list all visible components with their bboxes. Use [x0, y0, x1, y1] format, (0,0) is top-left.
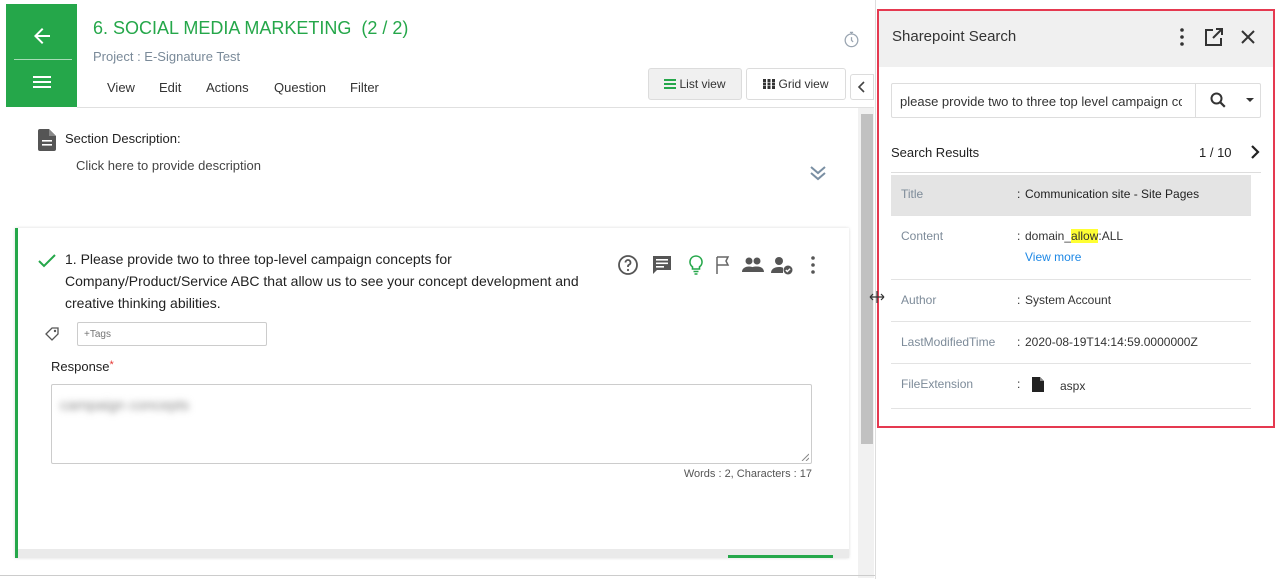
menu-actions[interactable]: Actions	[206, 80, 249, 95]
result-row-title: Title : Communication site - Site Pages	[891, 175, 1251, 216]
scrollbar-thumb[interactable]	[861, 114, 873, 444]
menu-question[interactable]: Question	[274, 80, 326, 95]
menu-filter[interactable]: Filter	[350, 80, 379, 95]
search-icon[interactable]	[1209, 91, 1227, 109]
sharepoint-title: Sharepoint Search	[892, 28, 1017, 45]
result-row-author: Author : System Account	[891, 280, 1251, 322]
result-colon: :	[1017, 229, 1021, 243]
response-label-text: Response	[51, 359, 110, 374]
comment-icon[interactable]	[650, 253, 674, 277]
hamburger-menu-icon[interactable]	[30, 70, 54, 94]
sharepoint-search-input[interactable]	[900, 92, 1182, 110]
response-label: Response*	[51, 359, 114, 374]
search-results-label: Search Results	[891, 145, 980, 160]
header-divider	[77, 107, 874, 108]
card-footer	[18, 549, 849, 558]
result-row-modified: LastModifiedTime : 2020-08-19T14:14:59.0…	[891, 322, 1251, 364]
highlighted-term: allow	[1071, 229, 1099, 243]
menu-view[interactable]: View	[107, 80, 135, 95]
nav-divider	[14, 59, 72, 60]
caret-down-icon[interactable]	[1245, 97, 1255, 103]
result-colon: :	[1017, 293, 1021, 307]
result-row-extension: FileExtension : aspx	[891, 364, 1251, 409]
result-colon: :	[1017, 335, 1021, 349]
grid-view-button[interactable]: Grid view	[746, 68, 846, 100]
menu-edit[interactable]: Edit	[159, 80, 181, 95]
result-colon: :	[1017, 187, 1021, 201]
section-description-label: Section Description:	[65, 131, 181, 146]
result-value-modified: 2020-08-19T14:14:59.0000000Z	[1025, 335, 1198, 349]
panel-resize-handle-icon[interactable]	[868, 290, 886, 304]
list-view-label: List view	[679, 77, 726, 91]
result-value-extension: aspx	[1060, 379, 1086, 393]
back-arrow-icon[interactable]	[30, 24, 54, 48]
results-page-count: 1 / 10	[1199, 145, 1232, 160]
file-icon	[1032, 377, 1044, 392]
result-key-modified: LastModifiedTime	[901, 335, 996, 349]
result-value-content: domain_allow:ALL	[1025, 229, 1123, 243]
result-colon: :	[1017, 377, 1021, 391]
result-value-title: Communication site - Site Pages	[1025, 187, 1200, 201]
more-vertical-icon[interactable]	[1171, 26, 1193, 48]
chevron-left-icon	[857, 81, 865, 93]
required-marker: *	[109, 359, 114, 371]
check-icon	[38, 254, 56, 268]
word-count: Words : 2, Characters : 17	[683, 468, 812, 480]
page-title: 6. SOCIAL MEDIA MARKETING (2 / 2)	[93, 18, 409, 38]
project-label: Project : E-Signature Test	[93, 49, 241, 64]
nav-block	[6, 4, 77, 107]
help-icon[interactable]	[616, 253, 640, 277]
content-suffix: :ALL	[1098, 229, 1124, 243]
results-divider	[891, 172, 1261, 173]
content-prefix: domain_	[1025, 229, 1072, 243]
timer-icon[interactable]	[842, 30, 861, 49]
people-icon[interactable]	[741, 253, 765, 277]
resize-grip-icon[interactable]	[801, 453, 809, 461]
response-value: campaign concepts	[60, 397, 190, 414]
section-description-input[interactable]: Click here to provide description	[76, 158, 261, 173]
result-row-content: Content : domain_allow:ALL View more	[891, 216, 1251, 280]
lightbulb-icon[interactable]	[684, 253, 708, 277]
result-key-title: Title	[901, 187, 924, 201]
double-chevron-down-icon[interactable]	[807, 162, 829, 184]
flag-icon[interactable]	[712, 253, 736, 277]
search-divider	[1195, 84, 1196, 117]
response-textarea[interactable]	[51, 384, 812, 464]
tags-input[interactable]	[77, 322, 267, 346]
document-icon	[38, 129, 56, 151]
collapse-panel-button[interactable]	[850, 74, 874, 100]
open-external-icon[interactable]	[1203, 26, 1225, 48]
view-more-link[interactable]: View more	[1025, 250, 1081, 264]
result-key-author: Author	[901, 293, 937, 307]
result-value-author: System Account	[1025, 293, 1112, 307]
grid-icon	[763, 79, 776, 89]
submit-button[interactable]	[728, 555, 833, 558]
list-icon	[664, 79, 677, 89]
grid-view-label: Grid view	[778, 77, 829, 91]
chevron-right-icon[interactable]	[1248, 144, 1262, 160]
result-key-extension: FileExtension	[901, 377, 974, 391]
result-key-content: Content	[901, 229, 944, 243]
question-text: 1. Please provide two to three top-level…	[65, 251, 579, 311]
user-check-icon[interactable]	[770, 253, 794, 277]
list-view-button[interactable]: List view	[648, 68, 742, 100]
tag-icon	[45, 327, 59, 341]
close-icon[interactable]	[1237, 26, 1259, 48]
more-vertical-icon[interactable]	[801, 253, 825, 277]
